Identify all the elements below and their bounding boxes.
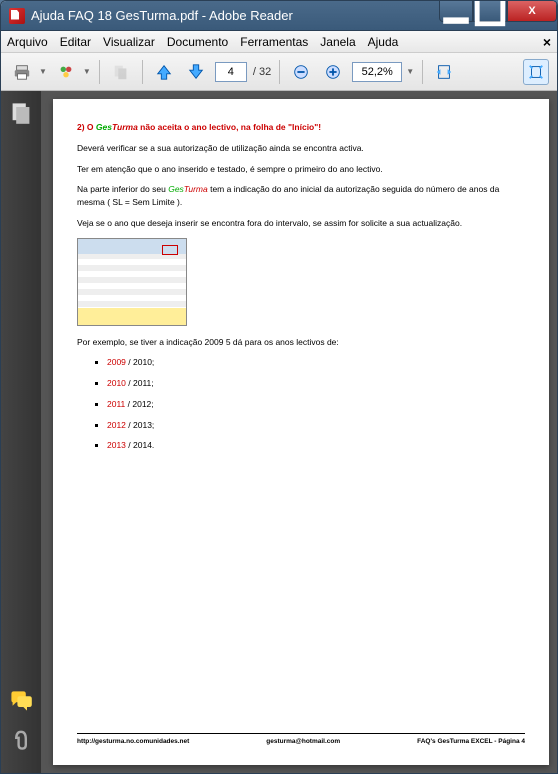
page-total-label: / 32 <box>253 66 271 78</box>
doc-paragraph: Deverá verificar se a sua autorização de… <box>77 142 525 155</box>
menu-documento[interactable]: Documento <box>167 35 228 49</box>
page-number-input[interactable] <box>215 62 247 82</box>
thumbnails-icon[interactable] <box>9 101 33 125</box>
menu-editar[interactable]: Editar <box>60 35 91 49</box>
doc-paragraph: Veja se o ano que deseja inserir se enco… <box>77 217 525 230</box>
close-button[interactable]: X <box>507 0 557 22</box>
doc-heading: 2) O GesTurma não aceita o ano lectivo, … <box>77 121 525 134</box>
toolbar: ▼ ▼ / 32 52,2% ▼ <box>1 53 557 91</box>
zoom-level-input[interactable]: 52,2% <box>352 62 402 82</box>
collab-dropdown-icon[interactable]: ▼ <box>83 67 91 76</box>
list-item: 2010 / 2011; <box>107 377 525 390</box>
list-item: 2012 / 2013; <box>107 419 525 432</box>
list-item: 2011 / 2012; <box>107 398 525 411</box>
app-window: Ajuda FAQ 18 GesTurma.pdf - Adobe Reader… <box>0 0 558 774</box>
page-down-button[interactable] <box>183 59 209 85</box>
menu-ajuda[interactable]: Ajuda <box>368 35 399 49</box>
list-item: 2009 / 2010; <box>107 356 525 369</box>
zoom-dropdown-icon[interactable]: ▼ <box>406 67 414 76</box>
print-button[interactable] <box>9 59 35 85</box>
menu-arquivo[interactable]: Arquivo <box>7 35 48 49</box>
comments-icon[interactable] <box>9 689 33 713</box>
pages-button[interactable] <box>108 59 134 85</box>
list-item: 2013 / 2014. <box>107 439 525 452</box>
footer-email: gesturma@hotmail.com <box>266 737 340 747</box>
sidebar <box>1 91 41 773</box>
menubar: Arquivo Editar Visualizar Documento Ferr… <box>1 31 557 53</box>
menu-close-icon[interactable]: × <box>543 34 551 50</box>
footer-pagenum: FAQ's GesTurma EXCEL - Página 4 <box>417 737 525 747</box>
embedded-screenshot <box>77 238 187 326</box>
menu-janela[interactable]: Janela <box>320 35 355 49</box>
doc-paragraph: Na parte inferior do seu GesTurma tem a … <box>77 183 525 209</box>
page-footer: http://gesturma.no.comunidades.net gestu… <box>77 733 525 747</box>
doc-paragraph: Ter em atenção que o ano inserido e test… <box>77 163 525 176</box>
maximize-button[interactable] <box>473 0 507 22</box>
app-icon <box>9 8 25 24</box>
document-area[interactable]: 2) O GesTurma não aceita o ano lectivo, … <box>41 91 557 773</box>
doc-paragraph: Por exemplo, se tiver a indicação 2009 5… <box>77 336 525 349</box>
menu-ferramentas[interactable]: Ferramentas <box>240 35 308 49</box>
window-title: Ajuda FAQ 18 GesTurma.pdf - Adobe Reader <box>31 8 439 23</box>
fit-width-button[interactable] <box>431 59 457 85</box>
year-list: 2009 / 2010; 2010 / 2011; 2011 / 2012; 2… <box>107 356 525 452</box>
page-up-button[interactable] <box>151 59 177 85</box>
pdf-page: 2) O GesTurma não aceita o ano lectivo, … <box>53 99 549 765</box>
footer-url: http://gesturma.no.comunidades.net <box>77 737 189 747</box>
minimize-button[interactable] <box>439 0 473 22</box>
zoom-in-button[interactable] <box>320 59 346 85</box>
print-dropdown-icon[interactable]: ▼ <box>39 67 47 76</box>
fit-page-button[interactable] <box>523 59 549 85</box>
attachments-icon[interactable] <box>9 727 33 751</box>
zoom-out-button[interactable] <box>288 59 314 85</box>
menu-visualizar[interactable]: Visualizar <box>103 35 155 49</box>
titlebar: Ajuda FAQ 18 GesTurma.pdf - Adobe Reader… <box>1 1 557 31</box>
collab-button[interactable] <box>53 59 79 85</box>
